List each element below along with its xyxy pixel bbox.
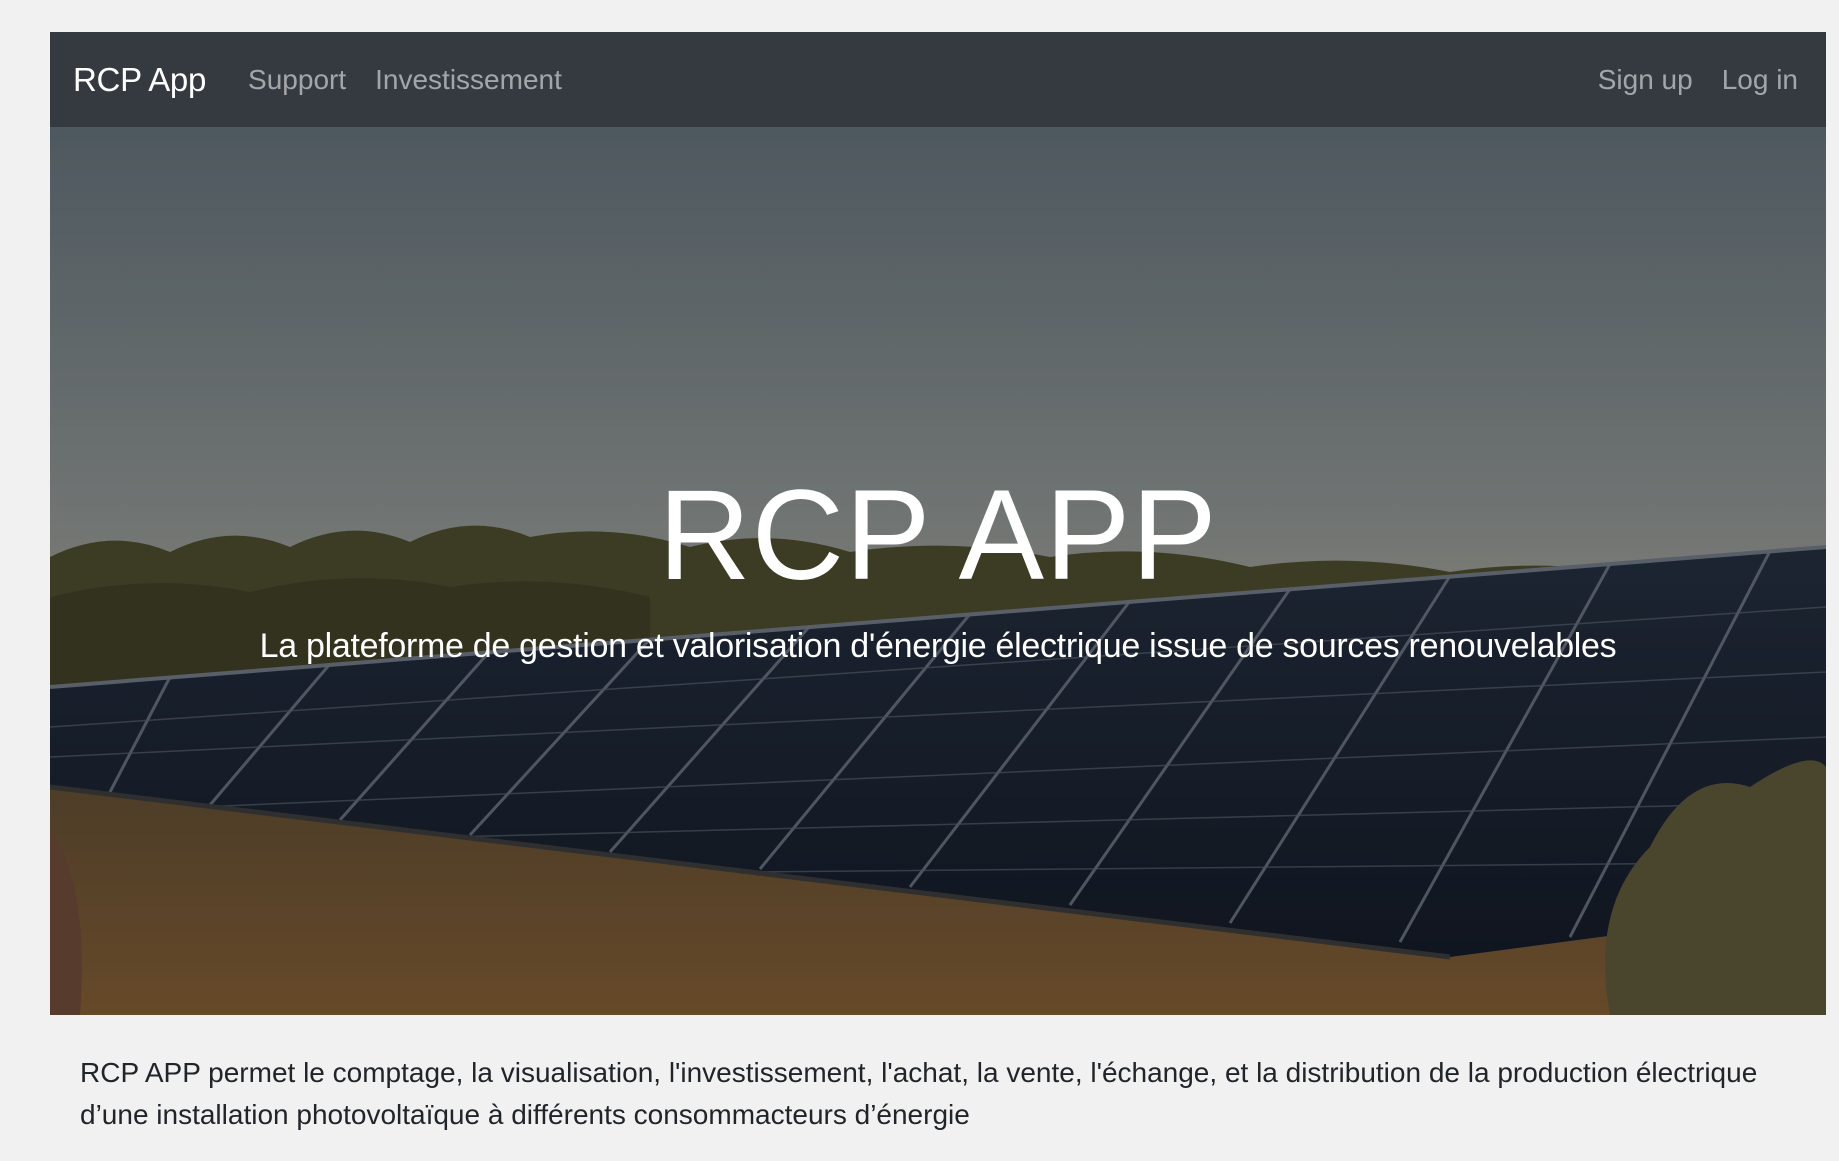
nav-link-investissement[interactable]: Investissement	[375, 64, 562, 96]
intro-description: RCP APP permet le comptage, la visualisa…	[80, 1057, 1758, 1130]
hero-subtitle: La plateforme de gestion et valorisation…	[259, 627, 1617, 665]
nav-link-support[interactable]: Support	[248, 64, 346, 96]
navbar: RCP App Support Investissement Sign up L…	[50, 32, 1826, 127]
nav-right-group: Sign up Log in	[1598, 64, 1798, 96]
brand-link[interactable]: RCP App	[73, 61, 206, 99]
nav-link-signup[interactable]: Sign up	[1598, 64, 1693, 96]
hero-banner: RCP APP La plateforme de gestion et valo…	[50, 127, 1826, 1015]
nav-link-login[interactable]: Log in	[1722, 64, 1798, 96]
page-frame: RCP App Support Investissement Sign up L…	[50, 32, 1826, 1161]
hero-title: RCP APP	[658, 464, 1218, 607]
